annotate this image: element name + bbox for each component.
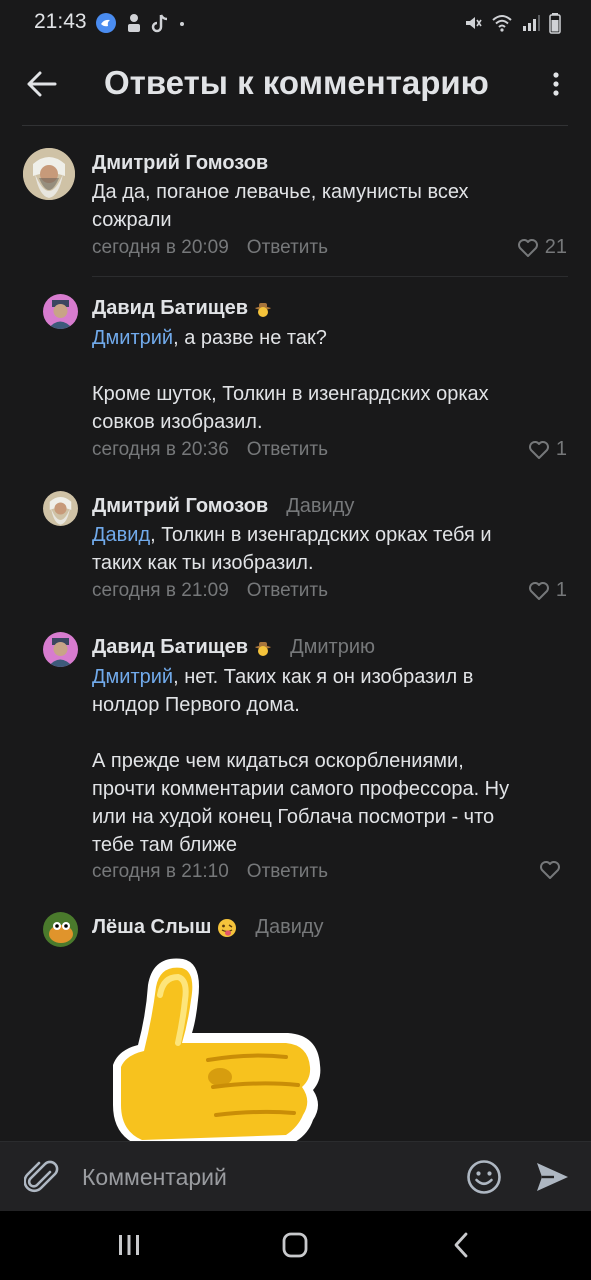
reply-button[interactable]: Ответить — [247, 861, 328, 882]
avatar[interactable] — [43, 491, 78, 526]
mention-link[interactable]: Дмитрий — [92, 327, 173, 349]
like-count: 1 — [555, 438, 567, 460]
mute-icon — [466, 17, 482, 29]
comment-author[interactable]: Дмитрий Гомозов Давиду — [92, 495, 354, 518]
recent-apps-icon — [119, 1235, 139, 1255]
heart-icon — [528, 440, 549, 459]
like-button[interactable] — [539, 860, 567, 880]
reply-button[interactable]: Ответить — [247, 439, 328, 460]
avatar-soldier-icon — [43, 632, 78, 667]
avatar[interactable] — [23, 148, 75, 200]
dot-icon — [180, 22, 184, 26]
like-button[interactable]: 21 — [517, 236, 567, 259]
comment-meta: сегодня в 21:10 Ответить — [92, 861, 328, 883]
comment-text: Дмитрий, а разве не так? Кроме шуток, То… — [92, 327, 489, 433]
comment-time: сегодня в 21:10 — [92, 861, 229, 882]
notification-icons — [95, 12, 187, 34]
avatar-soldier-icon — [43, 294, 78, 329]
comment-author[interactable]: Давид Батищев Дмитрию — [92, 636, 375, 659]
more-button[interactable] — [541, 64, 571, 104]
avatar[interactable] — [43, 632, 78, 667]
comment-meta: сегодня в 20:36 Ответить — [92, 439, 328, 461]
comment-time: сегодня в 20:09 — [92, 237, 229, 258]
comment-time: сегодня в 21:09 — [92, 580, 229, 601]
attach-button[interactable] — [23, 1158, 60, 1196]
like-count: 21 — [544, 236, 567, 258]
comment-text: Да да, поганое левачье, камунисты всех с… — [92, 181, 469, 231]
cowboy-emoji-icon — [255, 641, 272, 656]
heart-icon — [528, 581, 549, 600]
avatar[interactable] — [43, 294, 78, 329]
home-icon — [282, 1232, 308, 1258]
comment-composer — [0, 1141, 591, 1211]
page-title: Ответы к комментарию — [104, 64, 489, 101]
like-count: 1 — [555, 579, 567, 601]
comment-author[interactable]: Давид Батищев — [92, 297, 272, 320]
smile-icon — [467, 1160, 501, 1194]
reply-button[interactable]: Ответить — [247, 237, 328, 258]
system-icons — [463, 12, 561, 34]
comment-meta: сегодня в 21:09 Ответить — [92, 580, 328, 602]
home-button[interactable] — [270, 1225, 320, 1265]
emoji-button[interactable] — [466, 1159, 502, 1195]
thumbs-up-sticker — [108, 955, 328, 1141]
comment-time: сегодня в 20:36 — [92, 439, 229, 460]
avatar-cartoon-icon — [43, 912, 78, 947]
wifi-icon — [492, 15, 512, 32]
battery-icon — [549, 13, 561, 34]
comment-author[interactable]: Лёша Слыш Давиду — [92, 916, 324, 939]
reply-to-label[interactable]: Давиду — [255, 916, 323, 939]
tiktok-icon — [151, 14, 168, 33]
comments-feed[interactable]: Дмитрий Гомозов Да да, поганое левачье, … — [0, 126, 591, 1141]
system-nav-bar — [0, 1211, 591, 1280]
send-icon — [537, 1163, 568, 1191]
comment-text: Дмитрий, нет. Таких как я он изобразил в… — [92, 666, 510, 856]
comment-input[interactable] — [82, 1158, 442, 1196]
send-button[interactable] — [534, 1159, 570, 1195]
heart-icon — [517, 238, 538, 257]
arrow-left-icon — [27, 71, 57, 97]
vk-bird-icon — [96, 13, 116, 33]
reply-button[interactable]: Ответить — [247, 580, 328, 601]
reply-to-label[interactable]: Давиду — [286, 495, 354, 518]
like-button[interactable]: 1 — [528, 579, 567, 602]
mention-link[interactable]: Дмитрий — [92, 666, 173, 688]
paperclip-icon — [23, 1160, 59, 1193]
comment-author[interactable]: Дмитрий Гомозов — [92, 152, 268, 175]
back-button[interactable] — [22, 64, 62, 104]
status-time: 21:43 — [34, 10, 87, 33]
cowboy-emoji-icon — [255, 302, 272, 317]
heart-icon — [540, 861, 560, 879]
comment-text: Давид, Толкин в изенгардских орках тебя … — [92, 524, 492, 574]
avatar-bearded-man-icon — [23, 148, 75, 200]
status-bar: 21:43 — [0, 0, 591, 46]
person-icon — [128, 14, 140, 32]
avatar-bearded-man-icon — [43, 491, 78, 526]
header: Ответы к комментарию — [0, 46, 591, 126]
comment-meta: сегодня в 20:09 Ответить — [92, 237, 328, 259]
reply-to-label[interactable]: Дмитрию — [290, 636, 375, 659]
back-nav-button[interactable] — [436, 1225, 486, 1265]
tongue-face-emoji-icon — [218, 918, 237, 937]
more-vertical-icon — [553, 72, 559, 96]
mention-link[interactable]: Давид — [92, 524, 150, 546]
thumbs-up-icon — [113, 958, 321, 1141]
signal-icon — [523, 15, 540, 31]
recent-apps-button[interactable] — [104, 1225, 154, 1265]
avatar[interactable] — [43, 912, 78, 947]
thread-divider — [92, 276, 568, 277]
like-button[interactable]: 1 — [528, 438, 567, 461]
back-chevron-icon — [454, 1232, 468, 1258]
